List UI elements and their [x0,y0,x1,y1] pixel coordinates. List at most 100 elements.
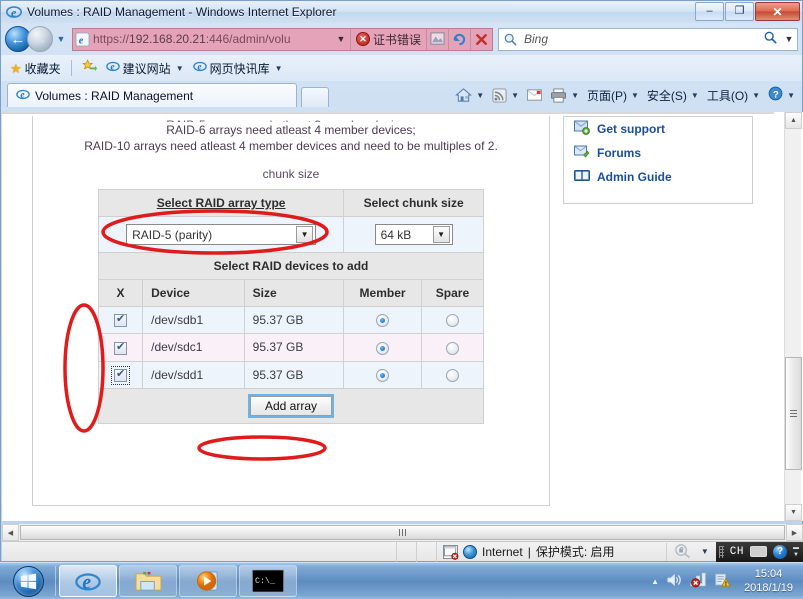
sidebar-item-admin-guide[interactable]: Admin Guide [564,165,752,189]
sidebar-item-forums[interactable]: Forums [564,141,752,165]
vertical-scroll-thumb[interactable] [785,357,802,470]
input-language-label[interactable]: CH [730,546,744,558]
column-header-x: X [97,279,144,307]
raid-array-type-value: RAID-5 (parity) [132,227,213,242]
member-radio[interactable] [376,368,390,382]
table-row: /dev/sdc1 95.37 GB [97,333,485,362]
volume-icon[interactable] [666,572,683,591]
read-mail-button[interactable] [524,88,545,102]
search-provider-caret-icon[interactable]: ▼ [781,34,797,44]
language-bar[interactable]: CH ? ▬ ▼ [715,541,803,562]
taskbar-divider [55,566,56,596]
device-select-cell [97,333,144,362]
chunk-size-value: 64 kB [380,227,412,242]
column-header-size: Size [243,279,345,307]
array-type-cell: RAID-5 (parity) ▼ [97,216,345,253]
header-chunk-size: Select chunk size [343,189,484,217]
refresh-button[interactable] [448,28,470,50]
tray-overflow-button[interactable]: ▲ [651,577,659,586]
sidebar-item-get-support[interactable]: Get support [564,117,752,141]
favorites-center-button[interactable]: ★ 收藏夹 [7,59,64,78]
chevron-down-icon: ▼ [511,90,520,100]
favorites-item-label: 网页快讯库 [209,61,270,76]
address-url[interactable]: https://192.168.20.21:446/admin/volu [91,32,332,46]
status-message-pane [2,541,397,562]
device-checkbox[interactable] [114,341,128,355]
spare-radio[interactable] [445,341,459,355]
restore-button[interactable]: ❐ [725,2,754,21]
safety-menu-button[interactable]: 安全(S) ▼ [644,86,702,105]
svg-text:?: ? [773,89,779,99]
chevron-down-icon: ▼ [56,34,66,44]
chunk-size-select[interactable]: 64 kB ▼ [374,224,453,245]
chevron-down-icon[interactable]: ▼ [432,226,450,243]
search-input[interactable]: Bing [521,32,759,46]
window-title: Volumes : RAID Management - Windows Inte… [27,5,337,19]
tab-volumes-raid-management[interactable]: e Volumes : RAID Management [7,83,297,107]
stop-button[interactable] [470,28,492,50]
forward-button[interactable]: → [27,26,53,52]
spare-radio[interactable] [445,314,459,328]
vertical-scrollbar[interactable]: ▲ ▼ [784,112,802,521]
chevron-down-icon[interactable]: ▼ [296,226,314,243]
feeds-button[interactable]: ▼ [489,87,522,104]
member-radio[interactable] [376,341,390,355]
start-button[interactable] [3,565,53,598]
network-error-icon[interactable] [690,572,707,591]
compatibility-view-button[interactable] [426,28,448,50]
minimize-button[interactable]: – [695,2,724,21]
page-menu-button[interactable]: 页面(P) ▼ [584,86,642,105]
devices-subheader-row: Select RAID devices to add [98,252,484,280]
column-header-spare: Spare [420,279,485,307]
chevron-down-icon[interactable]: ▼ [701,547,709,556]
help-icon[interactable]: ? [773,544,787,559]
taskbar-item-internet-explorer[interactable]: e [59,565,117,597]
print-button[interactable]: ▼ [547,87,582,104]
favorites-item-suggested-sites[interactable]: e 建议网站 ▼ [103,58,187,78]
close-button[interactable]: ✕ [755,2,800,21]
language-bar-controls[interactable]: ▬ ▼ [793,545,799,558]
scroll-up-button[interactable]: ▲ [785,112,802,129]
security-zone-pane[interactable]: Internet | 保护模式: 启用 [437,543,615,560]
minimize-icon[interactable]: ▬ [793,545,799,551]
search-go-icon[interactable] [759,31,781,47]
url-host: 192.168.20.21 [129,32,206,46]
address-bar[interactable]: e https://192.168.20.21:446/admin/volu ▼… [72,27,493,51]
device-checkbox[interactable] [114,313,128,328]
raid-array-type-select[interactable]: RAID-5 (parity) ▼ [126,224,317,245]
favorites-item-web-slice[interactable]: e 网页快讯库 ▼ [190,58,286,78]
spare-radio[interactable] [445,368,459,382]
address-dropdown-icon[interactable]: ▼ [332,34,350,44]
internet-zone-icon [463,544,477,559]
action-center-icon[interactable] [714,572,731,591]
recent-pages-button[interactable]: ▼ [53,34,69,44]
device-checkbox[interactable] [111,365,131,385]
zoom-level-pane[interactable]: ▼ [665,542,716,561]
internet-explorer-icon: e [16,87,30,104]
taskbar-item-windows-explorer[interactable] [119,565,177,597]
keyboard-icon[interactable] [750,546,767,557]
chevron-down-icon[interactable]: ▼ [793,552,799,558]
home-button[interactable]: ▼ [452,86,487,104]
certificate-error-button[interactable]: ✕ 证书错误 [351,31,426,48]
add-to-favorites-button[interactable] [79,58,100,78]
scroll-down-button[interactable]: ▼ [785,504,802,521]
device-select-cell [97,305,144,335]
tools-menu-button[interactable]: 工具(O) ▼ [704,86,763,105]
taskbar-clock[interactable]: 15:04 2018/1/19 [738,567,799,595]
svg-text:e: e [78,35,83,46]
horizontal-scroll-thumb[interactable] [20,525,785,540]
scroll-right-button[interactable]: ▶ [786,524,803,541]
new-tab-button[interactable] [301,87,329,107]
scroll-left-button[interactable]: ◀ [2,524,19,541]
chunk-size-cell: 64 kB ▼ [343,216,484,253]
horizontal-scrollbar[interactable]: ◀ ▶ [2,524,803,541]
drag-handle-icon[interactable] [718,545,724,558]
search-box[interactable]: Bing ▼ [498,27,798,51]
add-array-button[interactable]: Add array [249,395,333,416]
taskbar-item-media-player[interactable] [179,565,237,597]
member-radio[interactable] [376,314,390,328]
help-menu-button[interactable]: ? ▼ [765,85,798,105]
spare-cell [420,360,485,389]
taskbar-item-command-prompt[interactable]: C:\_ [239,565,297,597]
